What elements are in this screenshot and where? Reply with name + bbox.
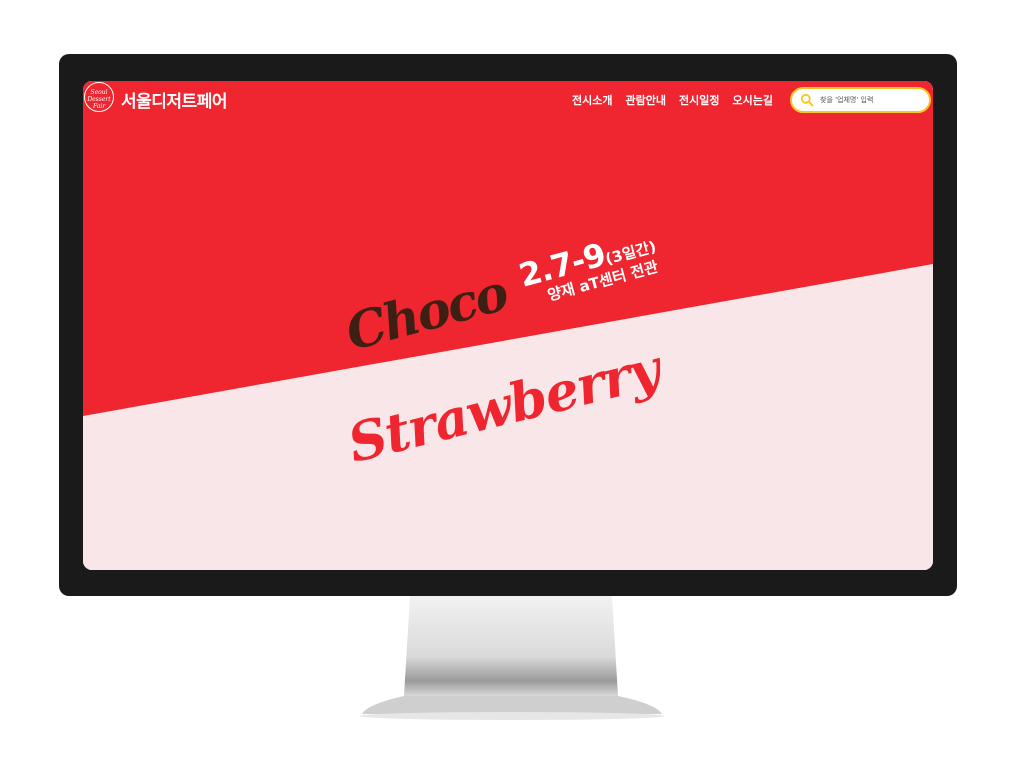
nav-item-schedule[interactable]: 전시일정: [679, 92, 719, 108]
site-title[interactable]: 서울디저트페어: [121, 87, 227, 112]
nav-item-visit-info[interactable]: 관람안내: [625, 92, 665, 108]
hero-background: [83, 81, 933, 570]
logo[interactable]: Seoul Dessert Fair: [84, 82, 114, 112]
browser-viewport: Seoul Dessert Fair 서울디저트페어 전시소개 관람안내 전시일…: [83, 81, 933, 570]
main-nav: 전시소개 관람안내 전시일정 오시는길: [572, 92, 773, 108]
logo-text: Seoul Dessert Fair: [87, 89, 111, 110]
search-box: [790, 87, 931, 113]
nav-item-directions[interactable]: 오시는길: [732, 92, 772, 108]
search-icon[interactable]: [800, 93, 814, 107]
monitor-stand: [360, 596, 664, 720]
nav-item-about[interactable]: 전시소개: [572, 92, 612, 108]
search-input[interactable]: [820, 96, 925, 104]
monitor-frame: Seoul Dessert Fair 서울디저트페어 전시소개 관람안내 전시일…: [59, 54, 957, 596]
